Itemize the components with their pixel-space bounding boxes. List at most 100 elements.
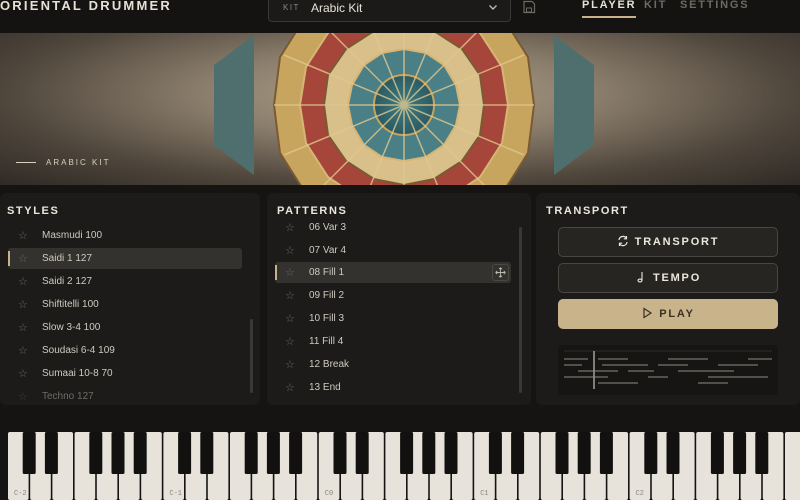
star-icon[interactable]: ☆ bbox=[285, 244, 295, 257]
play-button[interactable]: PLAY bbox=[558, 299, 778, 329]
star-icon[interactable]: ☆ bbox=[18, 390, 28, 401]
black-key[interactable] bbox=[733, 432, 747, 474]
octave-label: C-2 bbox=[14, 490, 27, 498]
black-key[interactable] bbox=[511, 432, 525, 474]
pattern-item[interactable]: ☆ 07 Var 4 bbox=[275, 240, 513, 261]
black-key[interactable] bbox=[488, 432, 502, 474]
star-icon[interactable]: ☆ bbox=[18, 252, 28, 265]
transport-title: TRANSPORT bbox=[546, 205, 629, 217]
black-key[interactable] bbox=[400, 432, 414, 474]
pattern-preview bbox=[558, 345, 778, 395]
star-icon[interactable]: ☆ bbox=[285, 266, 295, 279]
black-key[interactable] bbox=[577, 432, 591, 474]
black-key[interactable] bbox=[333, 432, 347, 474]
patterns-title: PATTERNS bbox=[277, 205, 348, 217]
styles-list: ☆ Masmudi 100 ☆ Saidi 1 127 ☆ Saidi 2 127 ☆… bbox=[0, 223, 260, 401]
tempo-button-label: TEMPO bbox=[652, 272, 702, 284]
pattern-preview-graphic bbox=[564, 350, 772, 389]
black-key[interactable] bbox=[422, 432, 436, 474]
pattern-item[interactable]: ☆ 06 Var 3 bbox=[275, 223, 513, 238]
pattern-item[interactable]: ☆ 13 End bbox=[275, 377, 513, 398]
star-icon[interactable]: ☆ bbox=[285, 223, 295, 234]
star-icon[interactable]: ☆ bbox=[285, 335, 295, 348]
star-icon[interactable]: ☆ bbox=[18, 275, 28, 288]
kit-select-label: KIT bbox=[283, 3, 300, 12]
star-icon[interactable]: ☆ bbox=[285, 381, 295, 394]
styles-panel: STYLES ☆ Masmudi 100 ☆ Saidi 1 127 ☆ Saidi … bbox=[0, 193, 260, 405]
octave-label: C2 bbox=[636, 490, 644, 498]
save-icon[interactable] bbox=[522, 0, 536, 14]
style-item[interactable]: ☆ Masmudi 100 bbox=[8, 225, 242, 246]
play-icon bbox=[643, 307, 653, 319]
star-icon[interactable]: ☆ bbox=[18, 229, 28, 242]
black-key[interactable] bbox=[244, 432, 258, 474]
black-key[interactable] bbox=[755, 432, 769, 474]
star-icon[interactable]: ☆ bbox=[18, 367, 28, 380]
tempo-button[interactable]: TEMPO bbox=[558, 263, 778, 293]
drag-move-icon[interactable] bbox=[492, 264, 509, 281]
transport-panel: TRANSPORT TRANSPORT TEMPO PLAY bbox=[536, 193, 800, 405]
black-key[interactable] bbox=[444, 432, 458, 474]
black-key[interactable] bbox=[355, 432, 369, 474]
style-item[interactable]: ☆ Slow 3-4 100 bbox=[8, 317, 242, 338]
style-item[interactable]: ☆ Saidi 1 127 bbox=[8, 248, 242, 269]
star-icon[interactable]: ☆ bbox=[285, 312, 295, 325]
play-button-label: PLAY bbox=[659, 308, 695, 320]
pattern-item[interactable]: ☆ 12 Break bbox=[275, 354, 513, 375]
pattern-item[interactable]: ☆ 11 Fill 4 bbox=[275, 331, 513, 352]
white-key[interactable] bbox=[785, 432, 800, 500]
transport-button[interactable]: TRANSPORT bbox=[558, 227, 778, 257]
pattern-item[interactable]: ☆ 09 Fill 2 bbox=[275, 285, 513, 306]
black-key[interactable] bbox=[666, 432, 680, 474]
style-item[interactable]: ☆ Soudasi 6-4 109 bbox=[8, 340, 242, 361]
mosaic-artwork bbox=[214, 33, 594, 185]
black-key[interactable] bbox=[44, 432, 58, 474]
black-key[interactable] bbox=[555, 432, 569, 474]
patterns-panel: PATTERNS ☆ 06 Var 3 ☆ 07 Var 4 ☆ 08 Fill 1 … bbox=[267, 193, 531, 405]
star-icon[interactable]: ☆ bbox=[18, 321, 28, 334]
pattern-item[interactable]: ☆ 10 Fill 3 bbox=[275, 308, 513, 329]
piano-keyboard[interactable]: C-2 C-1 C0 C1 C2 bbox=[0, 432, 800, 500]
black-key[interactable] bbox=[178, 432, 192, 474]
black-key[interactable] bbox=[111, 432, 125, 474]
patterns-list: ☆ 06 Var 3 ☆ 07 Var 4 ☆ 08 Fill 1 ☆ 09 Fill … bbox=[267, 223, 531, 401]
star-icon[interactable]: ☆ bbox=[285, 358, 295, 371]
black-key[interactable] bbox=[644, 432, 658, 474]
app-title: ORIENTAL DRUMMER bbox=[0, 0, 172, 13]
black-key[interactable] bbox=[710, 432, 724, 474]
styles-title: STYLES bbox=[7, 205, 60, 217]
style-item[interactable]: ☆ Techno 127 bbox=[8, 386, 242, 401]
black-key[interactable] bbox=[89, 432, 103, 474]
black-key[interactable] bbox=[266, 432, 280, 474]
octave-label: C1 bbox=[480, 490, 488, 498]
tab-settings[interactable]: SETTINGS bbox=[680, 0, 749, 11]
top-bar: ORIENTAL DRUMMER KIT Arabic Kit PLAYER K… bbox=[0, 0, 800, 32]
sync-icon bbox=[618, 235, 628, 247]
black-key[interactable] bbox=[200, 432, 214, 474]
tab-player[interactable]: PLAYER bbox=[582, 0, 637, 18]
star-icon[interactable]: ☆ bbox=[18, 344, 28, 357]
style-item[interactable]: ☆ Saidi 2 127 bbox=[8, 271, 242, 292]
black-key[interactable] bbox=[22, 432, 36, 474]
star-icon[interactable]: ☆ bbox=[285, 289, 295, 302]
octave-label: C-1 bbox=[169, 490, 182, 498]
octave-label: C0 bbox=[325, 490, 333, 498]
transport-button-label: TRANSPORT bbox=[634, 236, 720, 248]
black-key[interactable] bbox=[133, 432, 147, 474]
kit-select[interactable]: KIT Arabic Kit bbox=[268, 0, 511, 22]
style-item[interactable]: ☆ Sumaai 10-8 70 bbox=[8, 363, 242, 384]
kit-banner: ARABIC KIT bbox=[0, 33, 800, 185]
black-key[interactable] bbox=[599, 432, 613, 474]
pattern-item[interactable]: ☆ 08 Fill 1 bbox=[275, 262, 511, 283]
piano-keys[interactable]: C-2 C-1 C0 C1 C2 bbox=[0, 432, 800, 500]
banner-caption: ARABIC KIT bbox=[16, 158, 110, 167]
star-icon[interactable]: ☆ bbox=[18, 298, 28, 311]
black-key[interactable] bbox=[289, 432, 303, 474]
kit-select-value: Arabic Kit bbox=[311, 1, 363, 15]
tab-kit[interactable]: KIT bbox=[644, 0, 667, 11]
patterns-scrollbar[interactable] bbox=[519, 227, 522, 393]
chevron-down-icon bbox=[489, 5, 497, 10]
style-item[interactable]: ☆ Shiftitelli 100 bbox=[8, 294, 242, 315]
music-note-icon bbox=[637, 272, 643, 283]
styles-scrollbar[interactable] bbox=[250, 319, 253, 393]
